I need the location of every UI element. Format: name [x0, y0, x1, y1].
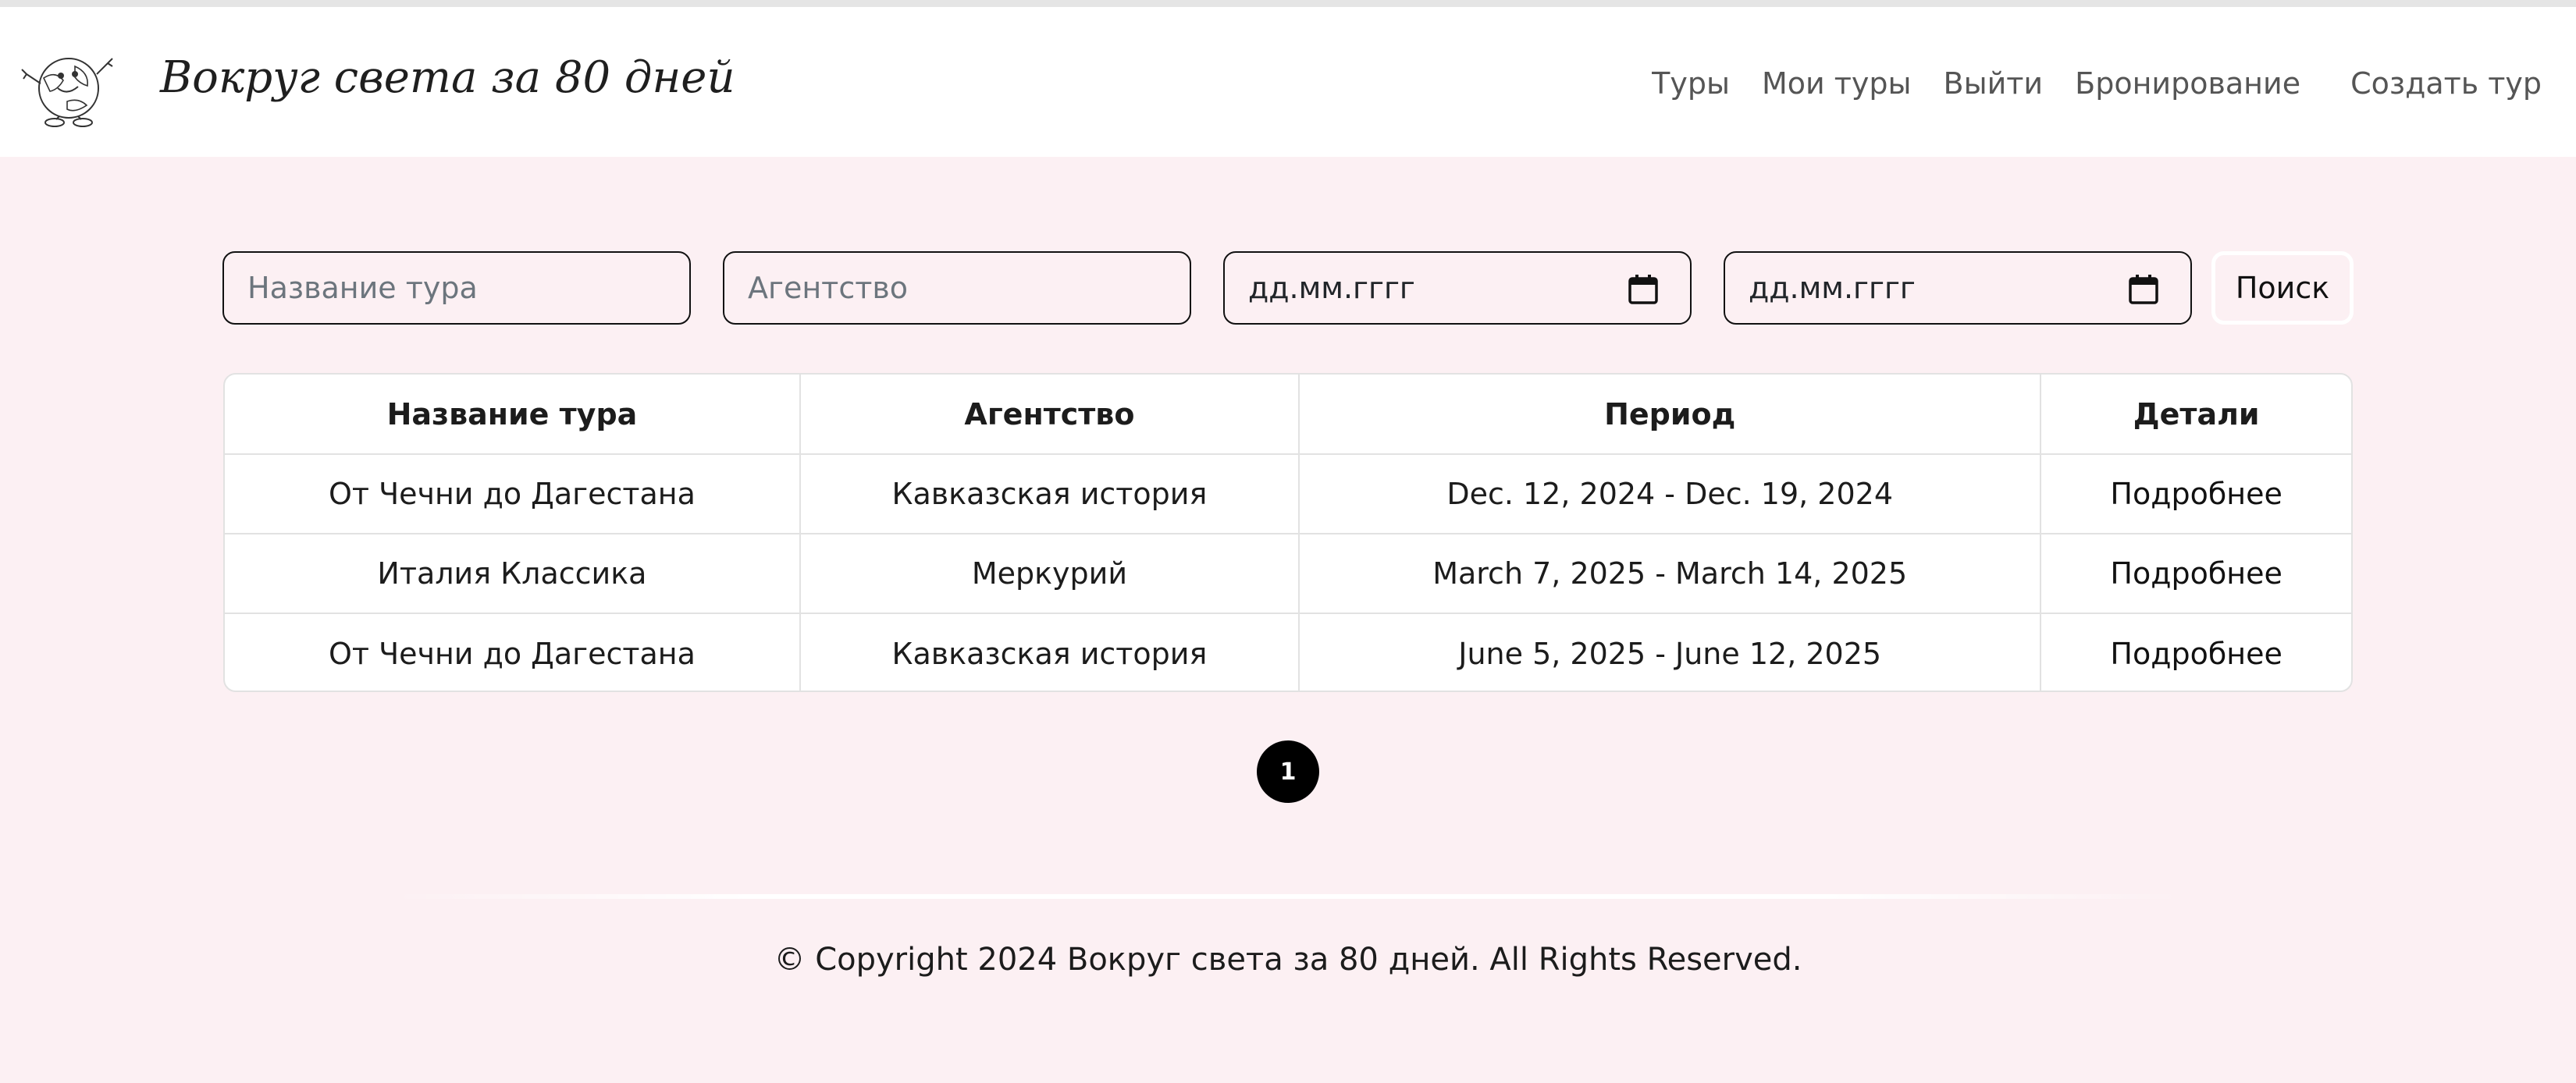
- search-filters: дд.мм.гггг дд.мм.гггг Поиск: [222, 251, 2354, 325]
- pagination-page-button[interactable]: 1: [1257, 740, 1319, 803]
- table-row: От Чечни до Дагестана Кавказская история…: [225, 613, 2351, 691]
- brand-title[interactable]: Вокруг света за 80 дней: [160, 52, 735, 103]
- nav-create-tour[interactable]: Создать тур: [2350, 66, 2542, 101]
- nav-booking[interactable]: Бронирование: [2075, 66, 2300, 101]
- agency-input[interactable]: [748, 253, 1190, 323]
- cell-period: Dec. 12, 2024 - Dec. 19, 2024: [1299, 454, 2042, 534]
- table-row: Италия Классика Меркурий March 7, 2025 -…: [225, 534, 2351, 614]
- cell-tour-name: От Чечни до Дагестана: [225, 613, 801, 691]
- date-from-value: дд.мм.гггг: [1248, 271, 1415, 305]
- cell-tour-name: Италия Классика: [225, 534, 801, 614]
- cell-tour-name: От Чечни до Дагестана: [225, 454, 801, 534]
- calendar-icon[interactable]: [2128, 274, 2159, 305]
- date-to-value: дд.мм.гггг: [1749, 271, 1916, 305]
- search-button[interactable]: Поиск: [2211, 251, 2354, 325]
- nav-my-tours[interactable]: Мои туры: [1762, 66, 1912, 101]
- footer-copyright: © Copyright 2024 Вокруг света за 80 дней…: [774, 942, 1802, 978]
- details-link[interactable]: Подробнее: [2110, 637, 2282, 671]
- nav-logout[interactable]: Выйти: [1944, 66, 2044, 101]
- column-header-agency: Агентство: [799, 375, 1300, 455]
- details-link[interactable]: Подробнее: [2110, 556, 2282, 591]
- nav-tours[interactable]: Туры: [1652, 66, 1730, 101]
- main-nav: Туры Мои туры Выйти Бронирование Создать…: [1620, 66, 2542, 101]
- top-border: [0, 0, 2576, 7]
- tour-name-input[interactable]: [247, 253, 689, 323]
- calendar-icon[interactable]: [1628, 274, 1659, 305]
- site-header: Вокруг света за 80 дней Туры Мои туры Вы…: [0, 7, 2576, 157]
- cell-period: June 5, 2025 - June 12, 2025: [1299, 613, 2042, 691]
- table-header-row: Название тура Агентство Период Детали: [225, 375, 2351, 455]
- tours-table: Название тура Агентство Период Детали От…: [223, 373, 2353, 692]
- footer-divider: [390, 894, 2186, 899]
- cell-agency: Меркурий: [799, 534, 1300, 614]
- globe-mascot-logo-icon[interactable]: [20, 43, 117, 130]
- column-header-tour-name: Название тура: [225, 375, 801, 455]
- date-from-field[interactable]: дд.мм.гггг: [1223, 251, 1692, 325]
- tour-name-field[interactable]: [222, 251, 691, 325]
- date-to-field[interactable]: дд.мм.гггг: [1724, 251, 2192, 325]
- column-header-details: Детали: [2041, 375, 2351, 455]
- agency-field[interactable]: [723, 251, 1191, 325]
- cell-period: March 7, 2025 - March 14, 2025: [1299, 534, 2042, 614]
- cell-agency: Кавказская история: [799, 454, 1300, 534]
- table-row: От Чечни до Дагестана Кавказская история…: [225, 454, 2351, 534]
- column-header-period: Период: [1299, 375, 2042, 455]
- cell-agency: Кавказская история: [799, 613, 1300, 691]
- details-link[interactable]: Подробнее: [2110, 477, 2282, 511]
